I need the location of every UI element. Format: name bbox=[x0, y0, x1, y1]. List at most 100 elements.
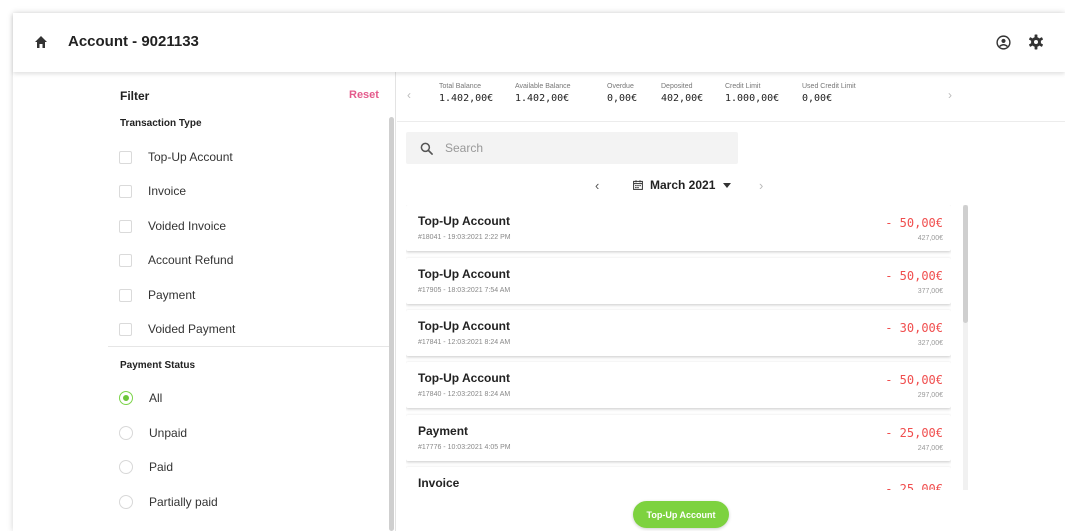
transaction-balance: 427,00€ bbox=[917, 235, 943, 242]
transaction-subtitle: #17841 - 12:03:2021 8:24 AM bbox=[418, 339, 511, 346]
section-divider bbox=[108, 346, 391, 347]
option-label: All bbox=[149, 391, 163, 405]
stat-value: 1.000,00€ bbox=[725, 93, 780, 104]
payment-status-title: Payment Status bbox=[120, 360, 196, 371]
option-label: Unpaid bbox=[149, 426, 188, 440]
transaction-amount: - 30,00€ bbox=[885, 321, 943, 335]
stat-value: 402,00€ bbox=[661, 93, 704, 104]
status-option-all[interactable]: All bbox=[119, 388, 162, 408]
stat-label: Deposited bbox=[661, 83, 693, 90]
stat-label: Total Balance bbox=[439, 83, 482, 90]
option-label: Partially paid bbox=[149, 495, 218, 509]
stat-label: Available Balance bbox=[515, 83, 571, 90]
transaction-item[interactable]: Top-Up Account #17905 - 18:03:2021 7:54 … bbox=[406, 258, 951, 304]
app-header: Account - 9021133 bbox=[13, 13, 1065, 72]
transaction-amount: - 25,00€ bbox=[885, 482, 943, 490]
transaction-title: Top-Up Account bbox=[418, 214, 510, 228]
gear-icon[interactable] bbox=[1028, 34, 1044, 50]
transaction-title: Payment bbox=[418, 424, 469, 438]
sidebar-scrollbar[interactable] bbox=[389, 117, 394, 531]
transaction-amount: - 50,00€ bbox=[885, 216, 943, 230]
transaction-amount: - 50,00€ bbox=[885, 269, 943, 283]
option-label: Voided Payment bbox=[148, 322, 236, 336]
checkbox[interactable] bbox=[119, 184, 132, 198]
option-label: Account Refund bbox=[148, 253, 234, 267]
page-title: Account - 9021133 bbox=[68, 33, 199, 50]
radio[interactable] bbox=[119, 495, 133, 509]
transaction-item[interactable]: Top-Up Account #17841 - 12:03:2021 8:24 … bbox=[406, 310, 951, 356]
filter-title: Filter bbox=[120, 89, 150, 103]
month-prev-arrow[interactable]: ‹ bbox=[595, 178, 599, 193]
transaction-item[interactable]: Invoice - 25,00€ bbox=[406, 467, 951, 490]
transaction-item[interactable]: Top-Up Account #18041 - 19:03:2021 2:22 … bbox=[406, 205, 951, 251]
radio-selected[interactable] bbox=[119, 391, 133, 405]
status-option-unpaid[interactable]: Unpaid bbox=[119, 423, 187, 443]
option-label: Invoice bbox=[148, 184, 187, 198]
search-bar[interactable] bbox=[406, 132, 738, 164]
balance-summary-bar: ‹ Total Balance 1.402,00€ Available Bala… bbox=[397, 72, 1065, 122]
transaction-list: Top-Up Account #18041 - 19:03:2021 2:22 … bbox=[406, 205, 951, 490]
filter-option-invoice[interactable]: Invoice bbox=[119, 181, 186, 201]
transaction-type-title: Transaction Type bbox=[120, 118, 202, 129]
checkbox[interactable] bbox=[119, 288, 132, 302]
summary-prev-arrow[interactable]: ‹ bbox=[407, 88, 411, 102]
reset-button[interactable]: Reset bbox=[349, 89, 379, 101]
radio[interactable] bbox=[119, 426, 133, 440]
stat-value: 0,00€ bbox=[802, 93, 833, 104]
month-next-arrow[interactable]: › bbox=[759, 178, 763, 193]
status-option-partially-paid[interactable]: Partially paid bbox=[119, 492, 218, 512]
option-label: Voided Invoice bbox=[148, 219, 227, 233]
option-label: Payment bbox=[148, 288, 196, 302]
transaction-balance: 327,00€ bbox=[917, 340, 943, 347]
transaction-subtitle: #17840 - 12:03:2021 8:24 AM bbox=[418, 391, 511, 398]
stat-value: 1.402,00€ bbox=[515, 93, 570, 104]
user-circle-icon[interactable] bbox=[996, 35, 1011, 50]
filter-option-top-up-account[interactable]: Top-Up Account bbox=[119, 147, 233, 167]
stat-value: 0,00€ bbox=[607, 93, 638, 104]
transaction-subtitle: #18041 - 19:03:2021 2:22 PM bbox=[418, 234, 511, 241]
status-option-paid[interactable]: Paid bbox=[119, 457, 173, 477]
transaction-item[interactable]: Top-Up Account #17840 - 12:03:2021 8:24 … bbox=[406, 362, 951, 408]
transaction-title: Top-Up Account bbox=[418, 319, 510, 333]
stat-value: 1.402,00€ bbox=[439, 93, 494, 104]
filter-option-account-refund[interactable]: Account Refund bbox=[119, 250, 233, 270]
scrollbar-thumb[interactable] bbox=[963, 205, 968, 323]
checkbox[interactable] bbox=[119, 150, 132, 164]
transaction-amount: - 25,00€ bbox=[885, 426, 943, 440]
filter-option-payment[interactable]: Payment bbox=[119, 285, 195, 305]
filter-option-voided-payment[interactable]: Voided Payment bbox=[119, 319, 235, 339]
month-label: March 2021 bbox=[650, 178, 716, 192]
stat-credit-limit: Credit Limit 1.000,00€ bbox=[725, 83, 779, 104]
caret-down-icon bbox=[723, 182, 732, 188]
transaction-amount: - 50,00€ bbox=[885, 373, 943, 387]
stat-label: Overdue bbox=[607, 83, 634, 90]
stat-deposited: Deposited 402,00€ bbox=[661, 83, 703, 104]
stat-overdue: Overdue 0,00€ bbox=[607, 83, 637, 104]
stat-label: Credit Limit bbox=[725, 83, 761, 90]
stat-available-balance: Available Balance 1.402,00€ bbox=[515, 83, 571, 104]
home-icon[interactable] bbox=[34, 35, 48, 49]
checkbox[interactable] bbox=[119, 253, 132, 267]
transaction-title: Invoice bbox=[418, 476, 460, 490]
search-input[interactable] bbox=[445, 141, 725, 155]
option-label: Top-Up Account bbox=[148, 150, 233, 164]
checkbox[interactable] bbox=[119, 219, 132, 233]
transaction-title: Top-Up Account bbox=[418, 267, 510, 281]
radio[interactable] bbox=[119, 460, 133, 474]
filter-sidebar: Filter Reset Transaction Type Top-Up Acc… bbox=[13, 72, 396, 531]
transaction-balance: 247,00€ bbox=[917, 445, 943, 452]
transaction-subtitle: #17776 - 10:03:2021 4:05 PM bbox=[418, 444, 511, 451]
stat-used-credit-limit: Used Credit Limit 0,00€ bbox=[802, 83, 856, 104]
checkbox[interactable] bbox=[119, 322, 132, 336]
app-window: Account - 9021133 Filter Reset Transacti… bbox=[13, 13, 1065, 531]
transaction-subtitle: #17905 - 18:03:2021 7:54 AM bbox=[418, 287, 511, 294]
option-label: Paid bbox=[149, 460, 174, 474]
month-selector[interactable]: March 2021 bbox=[633, 178, 732, 192]
search-icon bbox=[420, 142, 433, 155]
summary-next-arrow[interactable]: › bbox=[948, 88, 952, 102]
filter-option-voided-invoice[interactable]: Voided Invoice bbox=[119, 216, 226, 236]
list-scrollbar[interactable] bbox=[963, 205, 968, 490]
transaction-balance: 297,00€ bbox=[917, 392, 943, 399]
transaction-item[interactable]: Payment #17776 - 10:03:2021 4:05 PM - 25… bbox=[406, 415, 951, 461]
top-up-account-button[interactable]: Top-Up Account bbox=[633, 501, 729, 528]
